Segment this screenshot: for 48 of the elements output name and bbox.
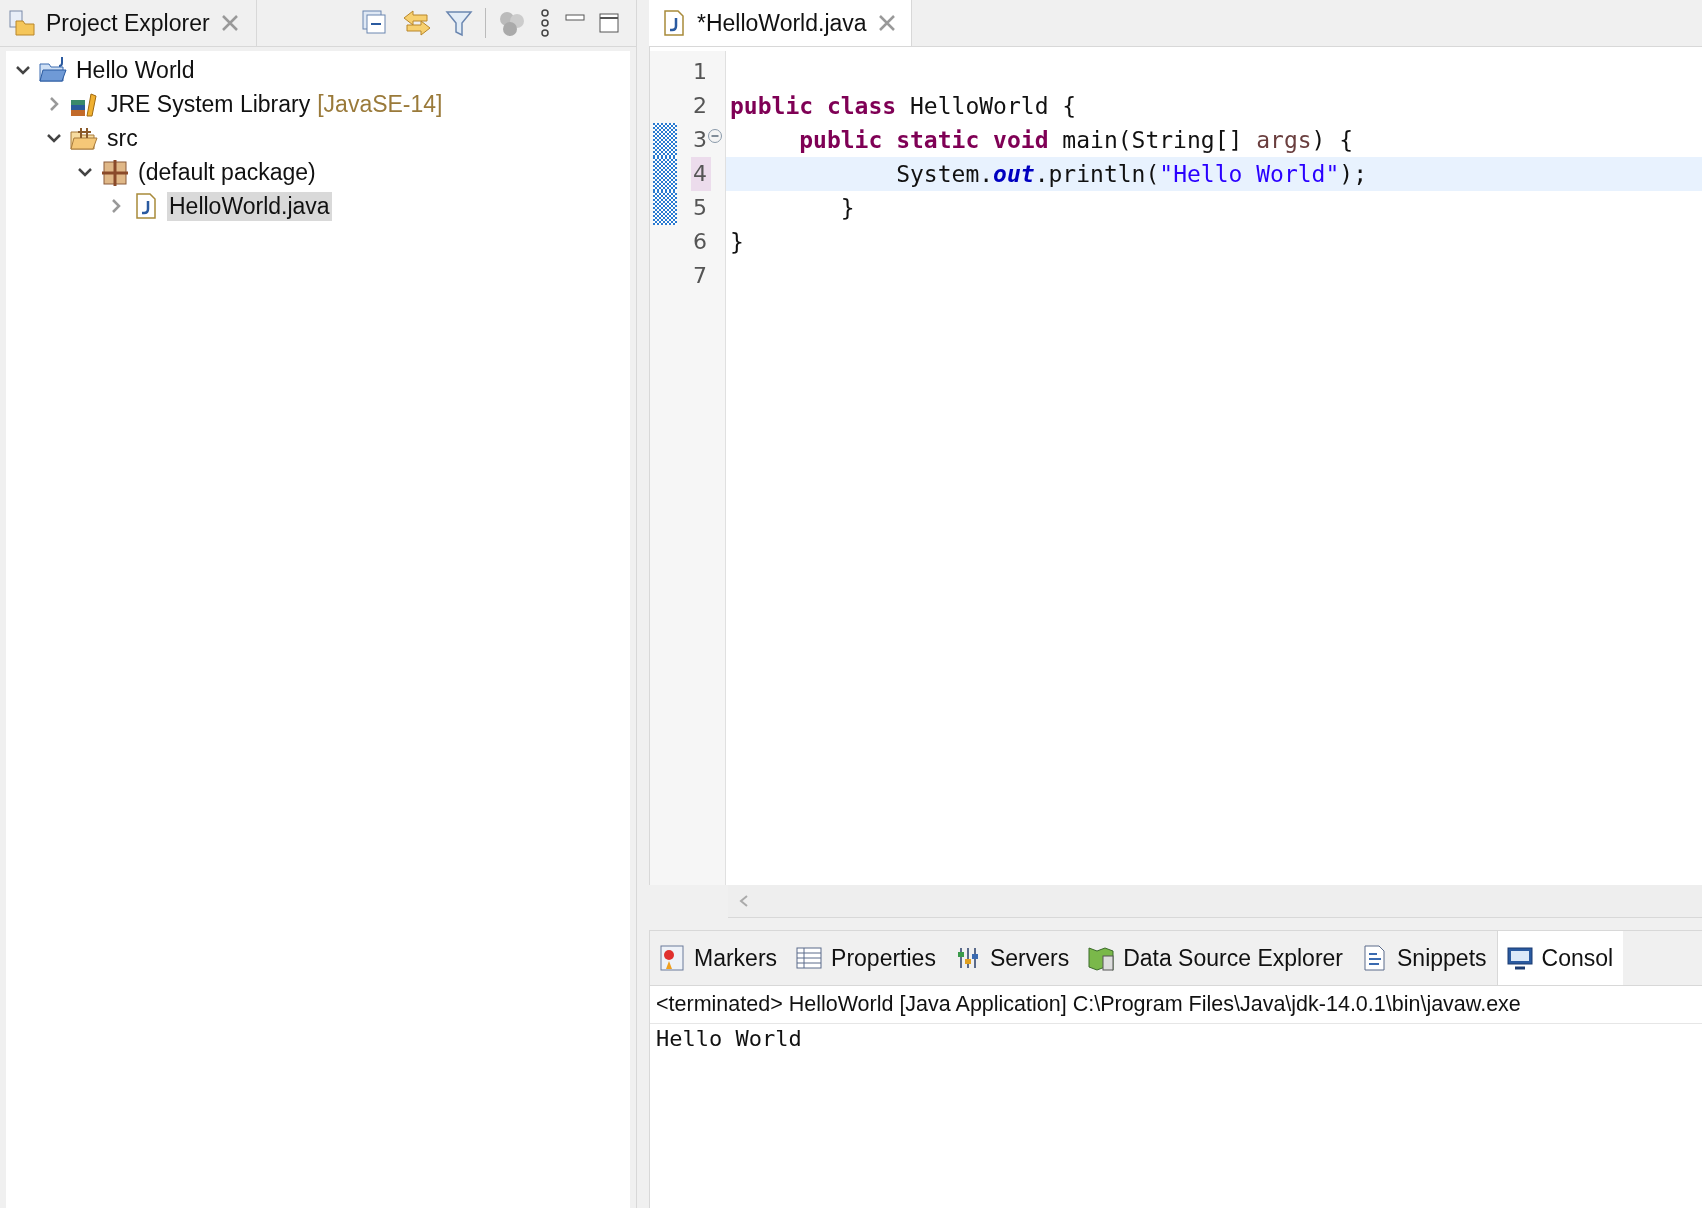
scroll-left-icon[interactable] (738, 894, 750, 908)
code-line: public class HelloWorld { (730, 93, 1077, 119)
folder-icon (38, 56, 68, 84)
tree-item[interactable]: src (105, 123, 140, 153)
package-icon (100, 158, 130, 186)
code-line: public static void main(String[] args) { (798, 127, 1354, 153)
console-output: Hello World (650, 1024, 1702, 1208)
view-tab[interactable]: Consol (1496, 931, 1624, 985)
tree-item[interactable]: HelloWorld.java (167, 191, 332, 221)
circles-icon[interactable] (498, 9, 526, 37)
view-title[interactable]: Project Explorer (46, 9, 210, 37)
line-number: 7 (692, 262, 708, 290)
line-number: 2 (692, 92, 708, 120)
view-tab[interactable]: Properties (787, 931, 946, 985)
code-line: } (730, 229, 744, 255)
folder-icon (8, 9, 36, 37)
table-icon (795, 944, 824, 972)
view-menu-icon[interactable] (538, 9, 552, 37)
close-icon[interactable] (219, 13, 240, 33)
collapse-all-icon[interactable] (361, 9, 389, 37)
line-number: 3 (692, 126, 708, 154)
map-icon (1087, 944, 1116, 972)
monitor-icon (1505, 944, 1534, 972)
view-tab[interactable]: Servers (945, 931, 1080, 985)
editor-tab[interactable]: *HelloWorld.java (649, 0, 912, 46)
view-tab[interactable]: Snippets (1353, 931, 1497, 985)
view-tab[interactable]: Markers (650, 931, 788, 985)
console-header: <terminated> HelloWorld [Java Application] C:\Program Files\Java\jdk-14.0.1\bin\javaw.exe (650, 985, 1702, 1024)
line-number: 6 (692, 228, 708, 256)
file-icon (661, 9, 687, 37)
editor-tab-title[interactable]: *HelloWorld.java (697, 9, 867, 37)
tree-item[interactable]: Hello World (74, 55, 197, 85)
line-number: 5 (692, 194, 708, 222)
code-line: } (839, 195, 855, 221)
books-icon (69, 90, 99, 118)
collapse-icon[interactable] (707, 128, 723, 144)
tree-item[interactable]: JRE System Library [JavaSE-14] (105, 89, 445, 119)
markers-icon (658, 944, 686, 972)
filter-icon[interactable] (445, 9, 473, 37)
code-line: System.out.println("Hello World"); (895, 161, 1367, 187)
maximize-icon[interactable] (598, 12, 620, 34)
tree-item[interactable]: (default package) (136, 157, 318, 187)
line-number: 4 (691, 157, 711, 191)
view-tab[interactable]: Data Source Explorer (1079, 931, 1354, 985)
code-editor[interactable]: 1 2 3 4 5 6 7 public class HelloWorld { public static void main(String[] args) { System.out.println("Hello World"); } } (649, 47, 1702, 885)
line-number: 1 (692, 58, 708, 86)
close-icon[interactable] (876, 13, 897, 33)
link-arrows-icon[interactable] (401, 9, 433, 37)
